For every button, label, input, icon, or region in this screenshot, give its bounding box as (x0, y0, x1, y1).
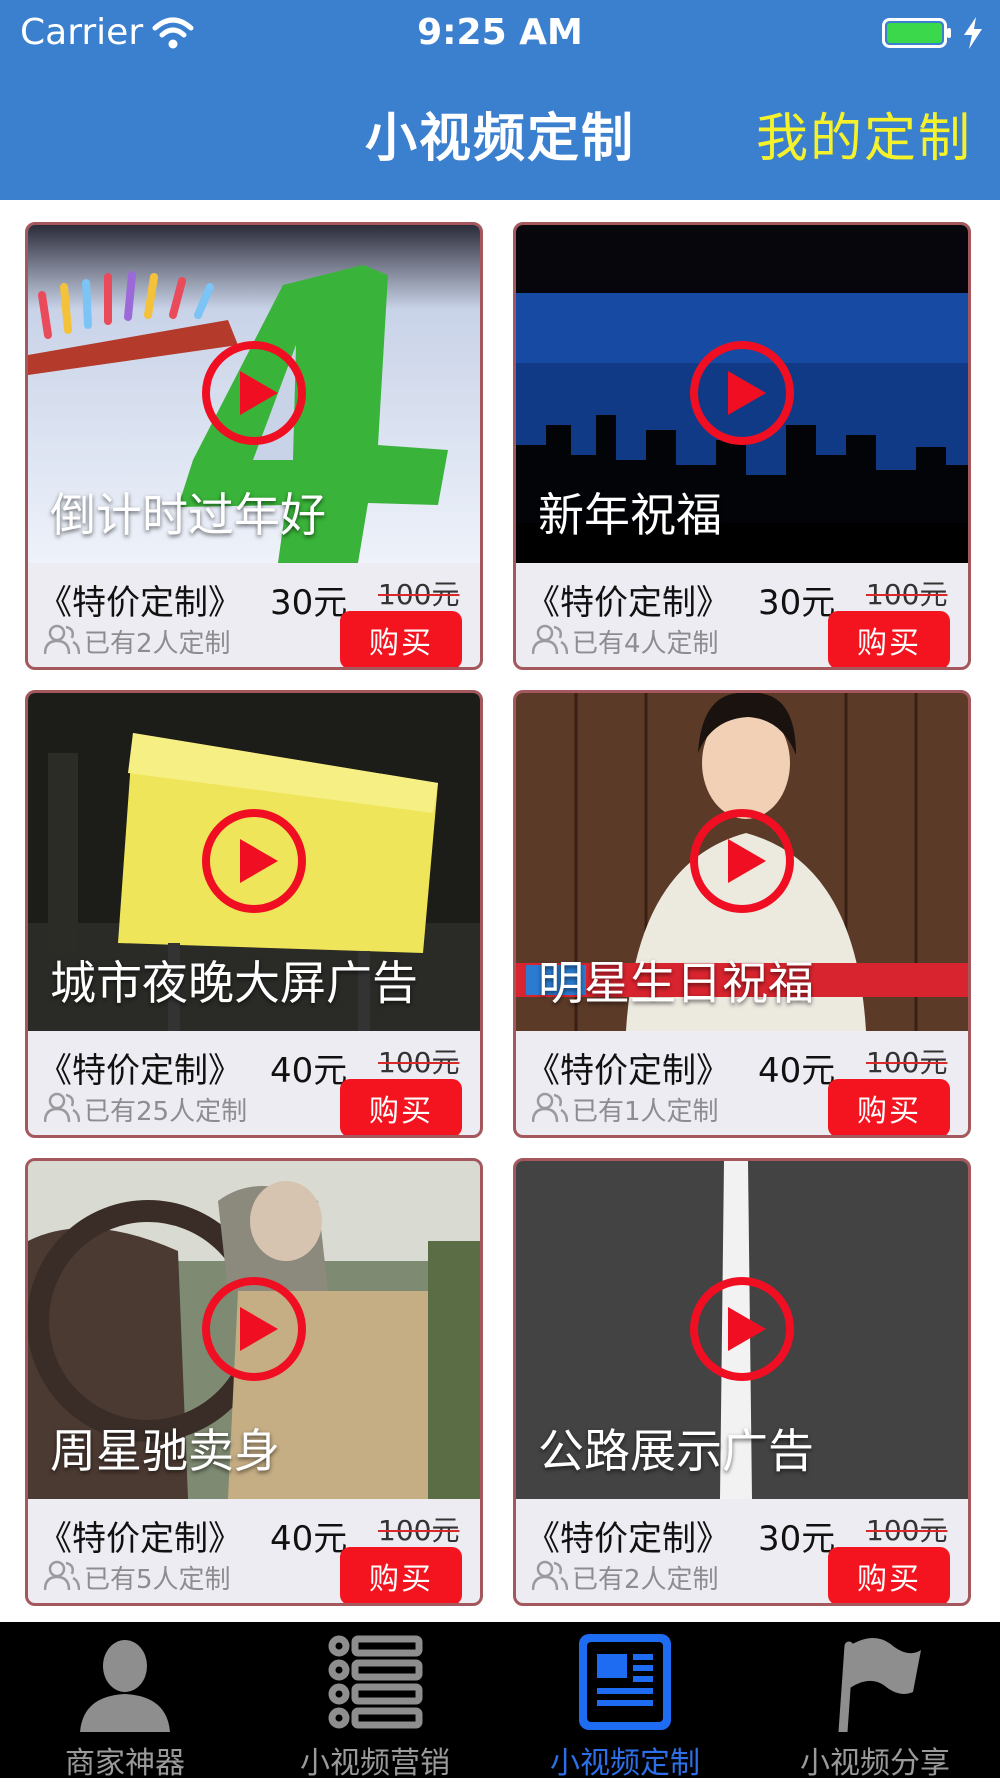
tab-label: 商家神器 (65, 1746, 185, 1781)
tab-video-custom[interactable]: 小视频定制 (500, 1622, 750, 1781)
order-count: 已有1人定制 (532, 1089, 832, 1129)
people-icon (44, 1092, 80, 1123)
deal-label: 《特价定制》 (38, 1051, 242, 1091)
order-count: 已有2人定制 (44, 621, 344, 661)
video-thumbnail[interactable]: 周星驰卖身 (28, 1161, 480, 1499)
people-icon (532, 1092, 568, 1123)
original-price: 100元 (866, 578, 948, 611)
people-icon (44, 624, 80, 655)
deal-label: 《特价定制》 (38, 583, 242, 623)
play-icon[interactable] (200, 807, 308, 915)
sale-price: 40元 (758, 1051, 836, 1091)
video-title: 明星生日祝福 (538, 956, 814, 1010)
sale-price: 40元 (270, 1519, 348, 1559)
people-icon (44, 1560, 80, 1591)
tab-label: 小视频营销 (300, 1746, 450, 1781)
nav-bar: Carrier 9:25 AM 小视频定制 我的定制 (0, 0, 1000, 200)
page-title: 小视频定制 (364, 109, 635, 169)
original-price: 100元 (866, 1046, 948, 1079)
sale-price: 40元 (270, 1051, 348, 1091)
play-icon[interactable] (688, 807, 796, 915)
order-count: 已有25人定制 (44, 1089, 344, 1129)
video-card[interactable]: 城市夜晚大屏广告 《特价定制》 40元 100元 已有25人定制 购买 (25, 690, 483, 1138)
deal-label: 《特价定制》 (526, 583, 730, 623)
charging-icon (964, 17, 982, 49)
people-icon (532, 624, 568, 655)
order-count-text: 已有2人定制 (572, 1565, 719, 1595)
sale-price: 30元 (270, 583, 348, 623)
newspaper-icon (579, 1634, 671, 1730)
play-icon[interactable] (688, 339, 796, 447)
buy-button[interactable]: 购买 (340, 1079, 462, 1135)
order-count-text: 已有25人定制 (84, 1097, 248, 1127)
deal-label: 《特价定制》 (38, 1519, 242, 1559)
video-thumbnail[interactable]: 公路展示广告 (516, 1161, 968, 1499)
status-bar: Carrier 9:25 AM (0, 0, 1000, 66)
video-title: 周星驰卖身 (50, 1424, 280, 1478)
original-price: 100元 (378, 1046, 460, 1079)
tab-video-share[interactable]: 小视频分享 (750, 1622, 1000, 1781)
video-title: 倒计时过年好 (50, 488, 326, 542)
play-icon[interactable] (200, 1275, 308, 1383)
video-card[interactable]: 新年祝福 《特价定制》 30元 100元 已有4人定制 购买 (513, 222, 971, 670)
video-thumbnail[interactable]: 城市夜晚大屏广告 (28, 693, 480, 1031)
my-custom-button[interactable]: 我的定制 (756, 96, 972, 171)
play-icon[interactable] (688, 1275, 796, 1383)
order-count-text: 已有4人定制 (572, 629, 719, 659)
tab-bar: 商家神器 小视频营销 小视频定制 小视频分享 (0, 1622, 1000, 1781)
order-count: 已有2人定制 (532, 1557, 832, 1597)
battery-icon (882, 18, 951, 48)
person-icon (80, 1640, 170, 1732)
buy-button[interactable]: 购买 (828, 611, 950, 667)
tab-video-marketing[interactable]: 小视频营销 (250, 1622, 500, 1781)
buy-button[interactable]: 购买 (828, 1547, 950, 1603)
video-card[interactable]: 明星生日祝福 《特价定制》 40元 100元 已有1人定制 购买 (513, 690, 971, 1138)
deal-label: 《特价定制》 (526, 1519, 730, 1559)
play-icon[interactable] (200, 339, 308, 447)
buy-button[interactable]: 购买 (828, 1079, 950, 1135)
order-count-text: 已有2人定制 (84, 629, 231, 659)
tab-label: 小视频分享 (800, 1746, 950, 1781)
buy-button[interactable]: 购买 (340, 1547, 462, 1603)
video-title: 公路展示广告 (538, 1424, 814, 1478)
list-icon (328, 1635, 423, 1729)
video-card[interactable]: 公路展示广告 《特价定制》 30元 100元 已有2人定制 购买 (513, 1158, 971, 1606)
original-price: 100元 (866, 1514, 948, 1547)
video-thumbnail[interactable]: 明星生日祝福 (516, 693, 968, 1031)
flag-icon (838, 1638, 921, 1732)
order-count: 已有5人定制 (44, 1557, 344, 1597)
tab-label: 小视频定制 (550, 1746, 700, 1781)
original-price: 100元 (378, 1514, 460, 1547)
video-card[interactable]: 倒计时过年好 《特价定制》 30元 100元 已有2人定制 购买 (25, 222, 483, 670)
video-title: 新年祝福 (538, 488, 722, 542)
video-card[interactable]: 周星驰卖身 《特价定制》 40元 100元 已有5人定制 购买 (25, 1158, 483, 1606)
sale-price: 30元 (758, 1519, 836, 1559)
order-count: 已有4人定制 (532, 621, 832, 661)
people-icon (532, 1560, 568, 1591)
order-count-text: 已有5人定制 (84, 1565, 231, 1595)
deal-label: 《特价定制》 (526, 1051, 730, 1091)
sale-price: 30元 (758, 583, 836, 623)
video-thumbnail[interactable]: 新年祝福 (516, 225, 968, 563)
order-count-text: 已有1人定制 (572, 1097, 719, 1127)
video-thumbnail[interactable]: 倒计时过年好 (28, 225, 480, 563)
video-grid: 倒计时过年好 《特价定制》 30元 100元 已有2人定制 购买 新年祝福 《特… (0, 200, 1000, 1622)
tab-merchant-tools[interactable]: 商家神器 (0, 1622, 250, 1781)
original-price: 100元 (378, 578, 460, 611)
buy-button[interactable]: 购买 (340, 611, 462, 667)
status-time: 9:25 AM (417, 12, 583, 53)
video-title: 城市夜晚大屏广告 (50, 956, 418, 1010)
